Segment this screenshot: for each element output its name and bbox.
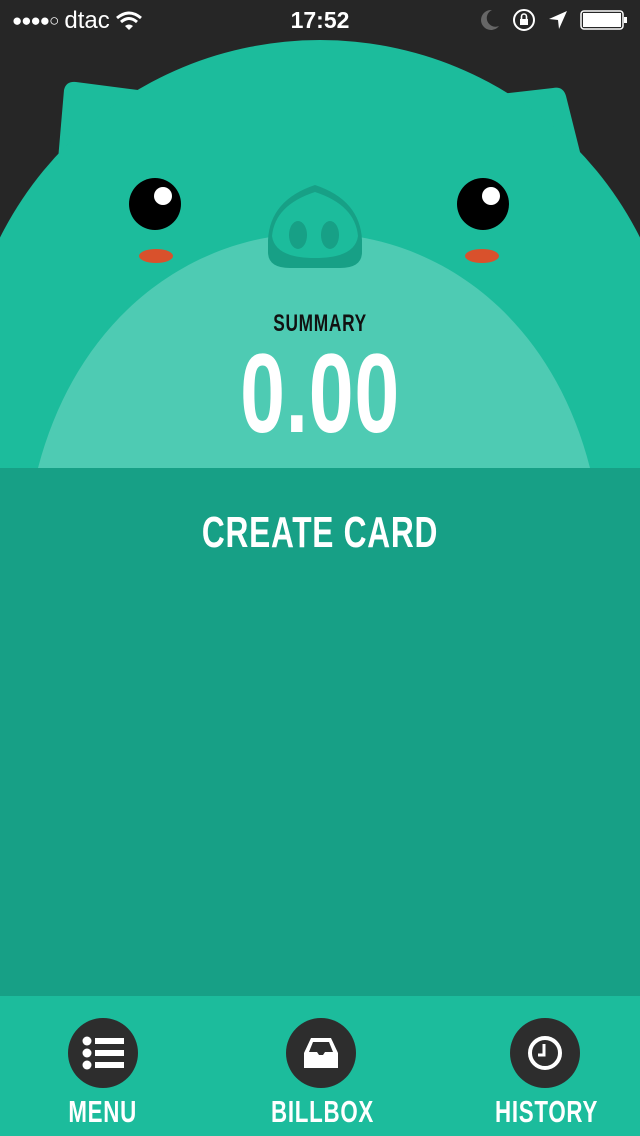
tab-menu[interactable]: MENU [33,1018,173,1130]
right-cheek [465,249,499,263]
left-nostril [289,221,307,249]
tab-history[interactable]: HISTORY [475,1018,615,1130]
left-cheek [139,249,173,263]
tab-bar: MENU BILLBOX HISTORY [0,996,640,1136]
list-icon [82,1036,124,1070]
tab-billbox[interactable]: BILLBOX [251,1018,391,1130]
inbox-icon [304,1038,338,1068]
tab-label: BILLBOX [271,1094,375,1129]
clock-icon [528,1036,562,1070]
summary-value: 0.00 [240,331,400,456]
create-card-button[interactable]: CREATE CARD [0,508,640,558]
tab-label: MENU [68,1094,138,1129]
right-nostril [321,221,339,249]
left-eye [129,178,181,230]
right-eye [457,178,509,230]
tab-label: HISTORY [495,1094,599,1129]
